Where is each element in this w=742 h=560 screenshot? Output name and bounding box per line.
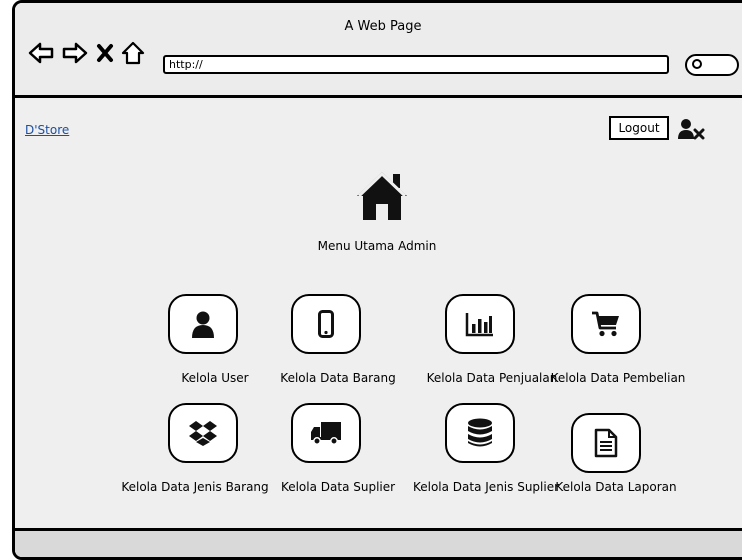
truck-icon (311, 422, 341, 445)
browser-chrome: A Web Page http:// (15, 3, 742, 98)
home-icon (357, 171, 407, 220)
window-title: A Web Page (344, 19, 422, 34)
page-content: D'Store Logout Menu Utama Admin Kelola U… (15, 98, 742, 557)
menu-label-kelola-data-pembelian: Kelola Data Pembelian (550, 371, 686, 385)
home-outline-icon[interactable] (121, 41, 145, 65)
menu-tile-kelola-data-jenis-barang[interactable] (168, 403, 238, 463)
menu-tile-kelola-data-pembelian[interactable] (571, 294, 641, 354)
menu-tile-kelola-data-barang[interactable] (291, 294, 361, 354)
database-icon (468, 418, 492, 447)
menu-tile-kelola-data-laporan[interactable] (571, 413, 641, 473)
menu-label-kelola-data-jenis-barang: Kelola Data Jenis Barang (121, 480, 269, 494)
dropbox-icon (189, 421, 217, 446)
back-arrow-icon[interactable] (27, 41, 55, 65)
shopping-cart-icon (592, 311, 619, 337)
user-icon (192, 311, 214, 338)
nav-buttons (27, 41, 145, 65)
menu-tile-kelola-data-penjualan[interactable] (445, 294, 515, 354)
mobile-phone-icon (318, 310, 334, 338)
menu-label-kelola-data-barang: Kelola Data Barang (280, 371, 396, 385)
browser-search-button[interactable] (685, 54, 739, 76)
logout-button[interactable]: Logout (609, 116, 669, 140)
menu-title: Menu Utama Admin (317, 239, 437, 253)
status-bar (15, 528, 742, 557)
menu-label-kelola-data-penjualan: Kelola Data Penjualan (426, 371, 558, 385)
forward-arrow-icon[interactable] (61, 41, 89, 65)
brand-link[interactable]: D'Store (25, 123, 69, 137)
menu-label-kelola-user: Kelola User (181, 371, 249, 385)
url-bar[interactable]: http:// (163, 55, 669, 74)
menu-tile-kelola-user[interactable] (168, 294, 238, 354)
bar-chart-icon (465, 313, 493, 337)
menu-label-kelola-data-suplier: Kelola Data Suplier (280, 480, 396, 494)
menu-label-kelola-data-laporan: Kelola Data Laporan (555, 480, 677, 494)
menu-tile-kelola-data-jenis-suplier[interactable] (445, 403, 515, 463)
browser-window: A Web Page http:// D'Store Logout Menu U… (12, 0, 742, 560)
menu-tile-kelola-data-suplier[interactable] (291, 403, 361, 463)
user-remove-icon[interactable] (677, 118, 705, 140)
menu-label-kelola-data-jenis-suplier: Kelola Data Jenis Suplier (412, 480, 560, 494)
search-icon (692, 59, 702, 69)
document-icon (594, 428, 618, 458)
close-icon[interactable] (95, 41, 115, 65)
